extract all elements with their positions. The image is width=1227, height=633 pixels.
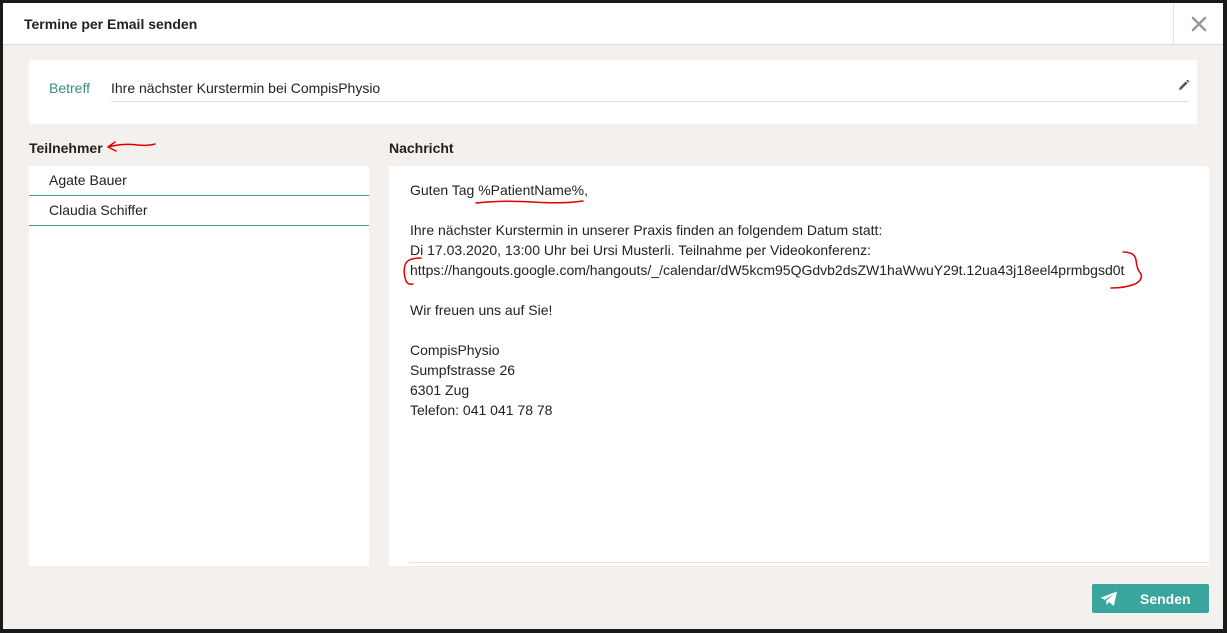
pencil-icon[interactable]: [1177, 79, 1190, 92]
dialog-title: Termine per Email senden: [24, 16, 198, 32]
message-heading: Nachricht: [389, 140, 454, 156]
participant-item[interactable]: Agate Bauer: [29, 166, 369, 196]
annotation-arrow: [107, 141, 156, 152]
message-line: Di 17.03.2020, 13:00 Uhr bei Ursi Muster…: [410, 242, 871, 258]
message-line: CompisPhysio: [410, 342, 500, 358]
message-line: [410, 320, 1190, 340]
message-line: 6301 Zug: [410, 382, 470, 398]
message-line: [410, 280, 1190, 300]
email-dialog: Termine per Email senden Betreff Teilneh…: [3, 3, 1223, 629]
send-button[interactable]: Senden: [1092, 584, 1209, 613]
subject-input[interactable]: [111, 74, 1189, 102]
message-editor[interactable]: Guten Tag %PatientName%, Ihre nächster K…: [389, 166, 1209, 566]
subject-panel: Betreff: [29, 60, 1197, 124]
message-line: Ihre nächster Kurstermin in unserer Prax…: [410, 222, 883, 238]
participants-heading: Teilnehmer: [29, 140, 103, 156]
close-icon: [1191, 16, 1206, 32]
message-line: Guten Tag %PatientName%,: [410, 182, 588, 198]
message-body[interactable]: Guten Tag %PatientName%, Ihre nächster K…: [410, 180, 1190, 420]
paper-plane-icon: [1100, 591, 1117, 606]
message-line: [410, 200, 1190, 220]
message-line: Telefon: 041 041 78 78: [410, 402, 553, 418]
message-editor-bottom-border: [409, 562, 1209, 563]
participants-list: Agate Bauer Claudia Schiffer: [29, 166, 369, 566]
send-button-label: Senden: [1140, 591, 1191, 607]
participant-item[interactable]: Claudia Schiffer: [29, 196, 369, 226]
dialog-header: Termine per Email senden: [3, 3, 1223, 45]
message-line: Wir freuen uns auf Sie!: [410, 302, 553, 318]
message-line: https://hangouts.google.com/hangouts/_/c…: [410, 262, 1125, 278]
close-button[interactable]: [1173, 3, 1223, 45]
subject-label: Betreff: [49, 80, 90, 96]
message-line: Sumpfstrasse 26: [410, 362, 516, 378]
